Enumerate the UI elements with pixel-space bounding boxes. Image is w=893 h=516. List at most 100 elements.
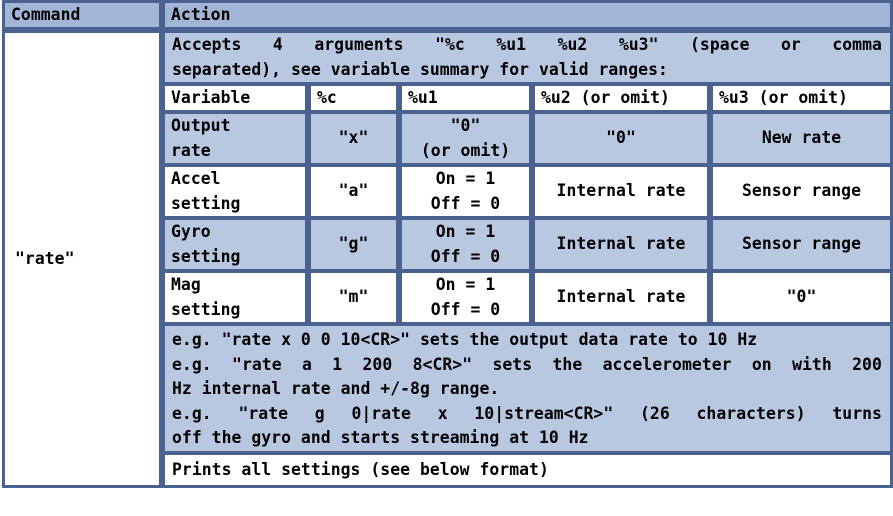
word: arguments	[314, 35, 404, 54]
var-row-output-u3: New rate	[713, 114, 890, 163]
var-row-gyro-u3: Sensor range	[713, 220, 890, 269]
cell-value: Sensor range	[741, 234, 862, 254]
word: x	[437, 403, 448, 423]
col-label: Variable	[171, 87, 251, 107]
command-name: "rate"	[15, 248, 75, 268]
word: 200	[852, 354, 882, 374]
var-row-gyro-u2: Internal rate	[535, 220, 707, 269]
var-row-output-u2: "0"	[535, 114, 707, 163]
var-row-accel-u1: On = 1 Off = 0	[402, 167, 529, 216]
example-line-2: e.g. "rate a 1 200 8<CR>" sets the accel…	[172, 353, 882, 378]
cell-value: "x"	[338, 128, 369, 148]
cell-value: Internal rate	[556, 287, 686, 307]
cell-value: New rate	[761, 128, 842, 148]
var-row-mag-u2: Internal rate	[535, 273, 707, 322]
var-row-gyro-u1: On = 1 Off = 0	[402, 220, 529, 269]
cell-line: Gyro	[171, 222, 211, 241]
word: or	[781, 35, 801, 54]
var-row-accel-variable: Accel setting	[165, 167, 305, 216]
word: characters)	[696, 403, 806, 423]
intro-line-1: Accepts 4 arguments "%c %u1 %u2 %u3" (sp…	[172, 33, 882, 58]
var-col-header-variable: Variable	[165, 86, 305, 110]
cell-value: Sensor range	[741, 181, 862, 201]
var-col-header-c: %c	[311, 86, 396, 110]
example-line-4: e.g. "rate g 0|rate x 10|stream<CR>" (26…	[172, 402, 882, 427]
cell-line: setting	[171, 246, 241, 266]
cell-line: Mag	[171, 275, 201, 294]
var-row-gyro-variable: Gyro setting	[165, 220, 305, 269]
cell-value: "a"	[338, 181, 369, 201]
cell-value: Internal rate	[556, 234, 686, 254]
example-line-1: e.g. "rate x 0 0 10<CR>" sets the output…	[172, 330, 758, 349]
example-line-3: Hz internal rate and +/-8g range.	[172, 379, 500, 398]
var-row-mag-u3: "0"	[713, 273, 890, 322]
cell-line: setting	[171, 299, 241, 319]
var-row-gyro-c: "g"	[311, 220, 396, 269]
intro-line-2: separated), see variable summary for val…	[172, 59, 668, 79]
word: %u1	[496, 35, 527, 54]
word: e.g.	[172, 403, 212, 423]
example-line-5: off the gyro and starts streaming at 10 …	[172, 428, 589, 447]
word: g	[314, 403, 325, 423]
print-row-text: Prints all settings (see below format)	[172, 459, 549, 479]
word: sets	[492, 354, 533, 374]
var-row-mag-u1: On = 1 Off = 0	[402, 273, 529, 322]
var-row-mag-c: "m"	[311, 273, 396, 322]
word: 200	[362, 354, 393, 374]
header-command: Command	[5, 3, 159, 27]
header-action-label: Action	[171, 4, 231, 24]
word: "rate	[232, 354, 282, 374]
var-row-output-c: "x"	[311, 114, 396, 163]
word: 8<CR>"	[412, 354, 473, 374]
word: 10|stream<CR>"	[474, 403, 614, 423]
word: e.g.	[172, 354, 212, 374]
word: accelerometer	[602, 354, 732, 374]
var-row-accel-c: "a"	[311, 167, 396, 216]
cell-line: On = 1	[435, 222, 496, 241]
var-row-accel-u3: Sensor range	[713, 167, 890, 216]
cell-line: "0"	[450, 116, 481, 135]
cell-value: "0"	[606, 128, 636, 148]
examples-cell: e.g. "rate x 0 0 10<CR>" sets the output…	[165, 326, 890, 451]
var-col-header-u3: %u3 (or omit)	[713, 86, 890, 110]
word: 0|rate	[351, 403, 411, 423]
cell-line: Output	[171, 116, 231, 135]
word: the	[552, 354, 583, 374]
word: on	[751, 354, 772, 374]
cell-line: rate	[171, 140, 211, 160]
cell-line: On = 1	[435, 275, 496, 294]
header-command-label: Command	[11, 4, 81, 24]
word: (space	[690, 35, 750, 54]
word: 1	[332, 354, 343, 374]
col-label: %u1	[408, 87, 438, 107]
var-col-header-u1: %u1	[402, 86, 529, 110]
var-row-output-variable: Output rate	[165, 114, 305, 163]
cell-line: Off = 0	[430, 246, 501, 266]
cell-value: Internal rate	[556, 181, 686, 201]
word: Accepts	[172, 35, 242, 54]
intro-cell: Accepts 4 arguments "%c %u1 %u2 %u3" (sp…	[165, 33, 890, 82]
cell-line: setting	[171, 193, 241, 213]
cell-line: Off = 0	[430, 193, 501, 213]
cell-line: Accel	[171, 169, 221, 188]
col-label: %c	[317, 87, 337, 107]
word: a	[301, 354, 312, 374]
var-col-header-u2: %u2 (or omit)	[535, 86, 707, 110]
cell-value: "m"	[338, 287, 369, 307]
cell-value: "g"	[338, 234, 369, 254]
word: with	[792, 354, 832, 374]
word: "%c	[435, 35, 465, 54]
cell-line: On = 1	[435, 169, 496, 188]
word: turns	[832, 403, 882, 423]
cell-line: Off = 0	[430, 299, 501, 319]
print-row: Prints all settings (see below format)	[165, 455, 890, 485]
word: %u2	[557, 35, 588, 54]
word: 4	[272, 35, 283, 54]
cell-line: (or omit)	[420, 140, 511, 160]
word: comma	[832, 35, 882, 54]
word: "rate	[238, 403, 289, 423]
col-label: %u3 (or omit)	[719, 87, 848, 107]
header-action: Action	[165, 3, 890, 27]
var-row-mag-variable: Mag setting	[165, 273, 305, 322]
col-label: %u2 (or omit)	[541, 87, 670, 107]
